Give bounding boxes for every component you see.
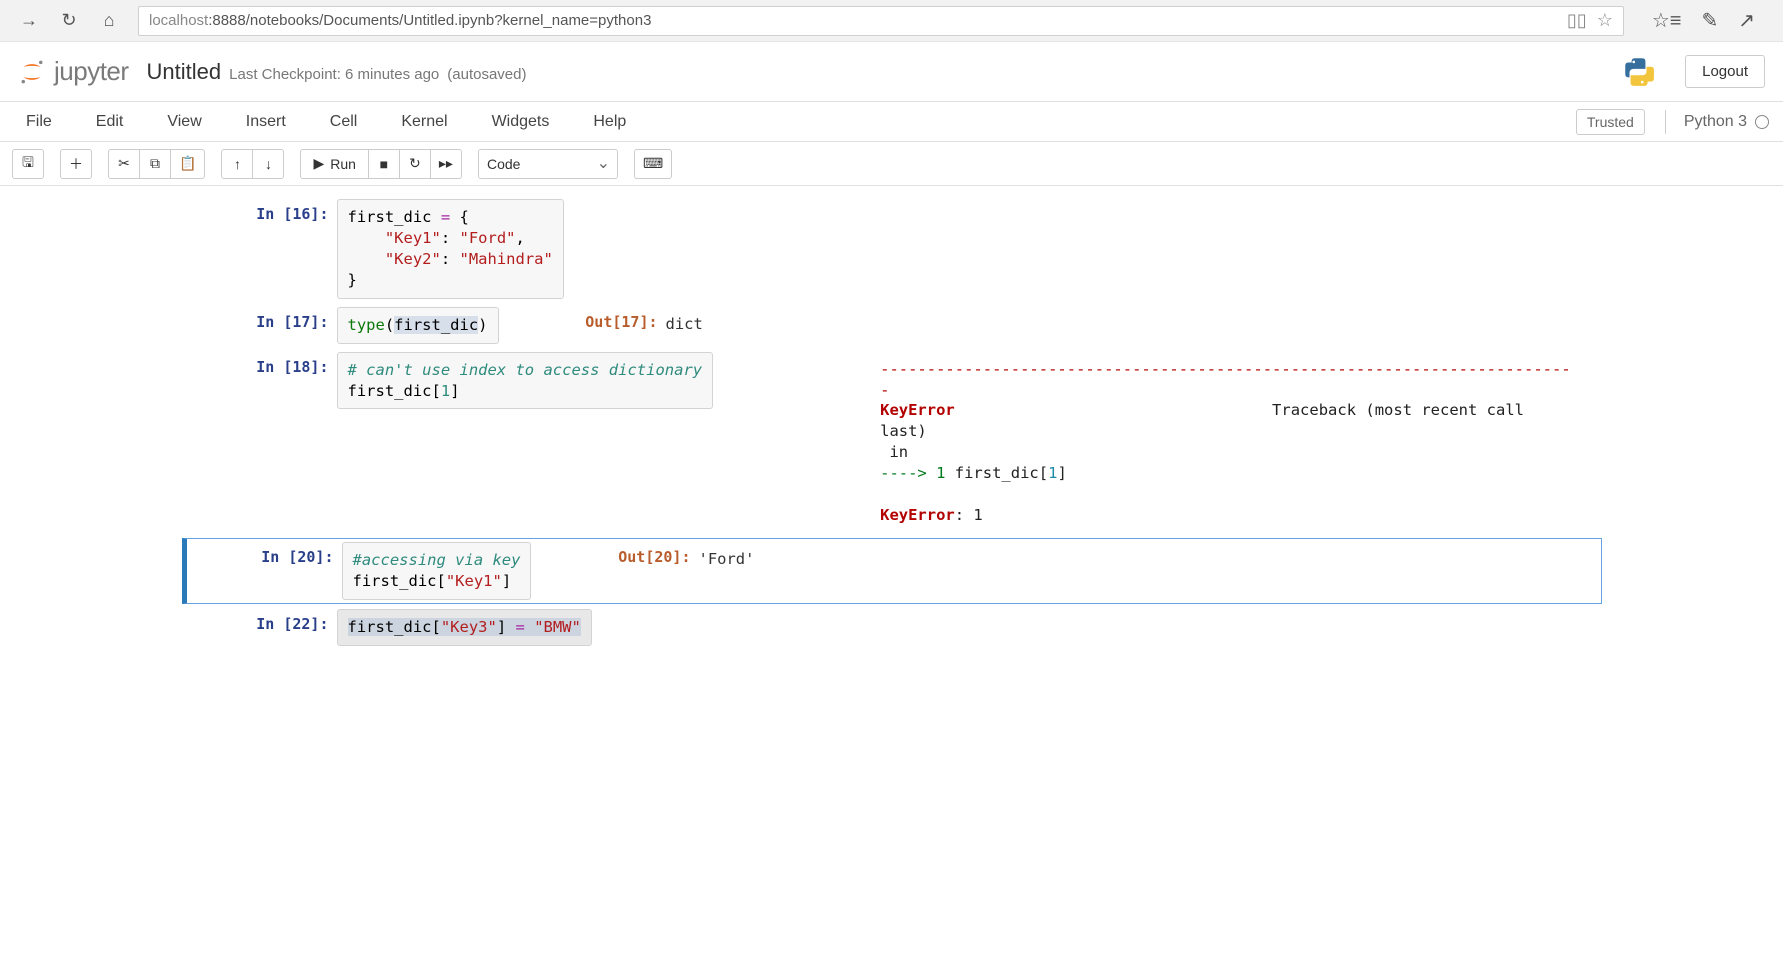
jupyter-logo-icon [18,58,46,86]
code-input[interactable]: #accessing via key first_dic["Key1"] [342,542,532,600]
menu-kernel[interactable]: Kernel [379,105,469,139]
notes-icon[interactable]: ✎ [1701,8,1718,33]
insert-cell-below-button[interactable]: ＋ [60,149,92,179]
command-palette-button[interactable]: ⌨ [634,149,672,179]
move-down-button[interactable]: ↓ [252,149,284,179]
run-button[interactable]: ▶ Run [300,149,368,179]
cut-button[interactable]: ✂ [108,149,140,179]
code-cell[interactable]: In [16]:first_dic = { "Key1": "Ford", "K… [182,196,1602,302]
code-input[interactable]: first_dic = { "Key1": "Ford", "Key2": "M… [337,199,564,299]
out-prompt: Out[17]: [511,307,666,344]
autosave-text: (autosaved) [447,66,526,83]
menu-edit[interactable]: Edit [74,105,146,139]
notebook-container: In [16]:first_dic = { "Key1": "Ford", "K… [177,186,1607,671]
menu-view[interactable]: View [145,105,223,139]
jupyter-logo-text: jupyter [54,56,129,87]
move-group: ↑ ↓ [221,149,284,179]
move-up-button[interactable]: ↑ [221,149,253,179]
edit-group: ✂ ⧉ 📋 [108,149,205,179]
jupyter-logo[interactable]: jupyter [18,56,129,87]
menu-insert[interactable]: Insert [224,105,308,139]
celltype-select-wrap: Code [478,149,618,179]
browser-nav-icons: → ↻ ⌂ [8,10,130,32]
output-text: 'Ford' [698,542,764,577]
notebook-title-block[interactable]: Untitled Last Checkpoint: 6 minutes ago … [147,59,527,85]
forward-icon[interactable]: → [18,10,40,32]
reading-view-icon[interactable]: ▯▯ [1567,10,1587,31]
restart-button[interactable]: ↻ [399,149,431,179]
output-text: dict [666,307,713,342]
copy-button[interactable]: ⧉ [139,149,171,179]
trusted-indicator[interactable]: Trusted [1576,109,1645,135]
checkpoint-text: Last Checkpoint: 6 minutes ago [229,66,439,83]
interrupt-button[interactable]: ■ [368,149,400,179]
in-prompt: In [16]: [182,199,337,299]
address-bar[interactable]: localhost:8888/notebooks/Documents/Untit… [138,6,1624,36]
kernel-status-icon [1755,115,1769,129]
toolbar: 🖫 ＋ ✂ ⧉ 📋 ↑ ↓ ▶ Run ■ ↻ ▸▸ Code ⌨ [0,142,1783,186]
code-cell[interactable]: In [18]:# can't use index to access dict… [182,349,1602,536]
traceback-output: ----------------------------------------… [880,352,1589,533]
notebook-header: jupyter Untitled Last Checkpoint: 6 minu… [0,42,1783,102]
code-cell[interactable]: In [22]:first_dic["Key3"] = "BMW" [182,606,1602,649]
code-cell[interactable]: In [20]:#accessing via key first_dic["Ke… [182,538,1602,604]
menu-file[interactable]: File [4,105,74,139]
code-input[interactable]: first_dic["Key3"] = "BMW" [337,609,592,646]
in-prompt: In [22]: [182,609,337,646]
menu-cell[interactable]: Cell [308,105,380,139]
url-host: localhost [149,12,208,29]
menu-widgets[interactable]: Widgets [470,105,572,139]
in-prompt: In [20]: [187,542,342,600]
kernel-name: Python 3 [1684,113,1747,131]
save-button[interactable]: 🖫 [12,149,44,179]
kernel-indicator[interactable]: Python 3 [1665,110,1769,134]
share-icon[interactable]: ↗ [1738,8,1755,33]
code-input[interactable]: # can't use index to access dictionary f… [337,352,714,410]
paste-button[interactable]: 📋 [170,149,205,179]
python-logo-icon [1621,55,1655,89]
restart-run-all-button[interactable]: ▸▸ [430,149,462,179]
out-prompt: Out[20]: [543,542,698,600]
in-prompt: In [17]: [182,307,337,344]
home-icon[interactable]: ⌂ [98,10,120,32]
browser-toolbar: → ↻ ⌂ localhost:8888/notebooks/Documents… [0,0,1783,42]
logout-button[interactable]: Logout [1685,55,1765,88]
notebook-scroll[interactable]: In [16]:first_dic = { "Key1": "Ford", "K… [0,186,1783,961]
run-group: ▶ Run ■ ↻ ▸▸ [300,149,462,179]
refresh-icon[interactable]: ↻ [58,10,80,32]
favorite-icon[interactable]: ☆ [1597,10,1613,31]
celltype-select[interactable]: Code [478,149,618,179]
notebook-name[interactable]: Untitled [147,59,222,85]
menubar: File Edit View Insert Cell Kernel Widget… [0,102,1783,142]
menu-help[interactable]: Help [571,105,648,139]
run-label: Run [330,156,356,172]
url-path: :8888/notebooks/Documents/Untitled.ipynb… [208,12,651,29]
favorites-list-icon[interactable]: ☆≡ [1652,8,1682,33]
code-input[interactable]: type(first_dic) [337,307,499,344]
run-icon: ▶ [313,155,324,172]
in-prompt: In [18]: [182,352,337,533]
code-cell[interactable]: In [17]:type(first_dic) Out[17]:dict [182,304,1602,347]
browser-right-icons: ☆≡ ✎ ↗ [1632,8,1775,33]
